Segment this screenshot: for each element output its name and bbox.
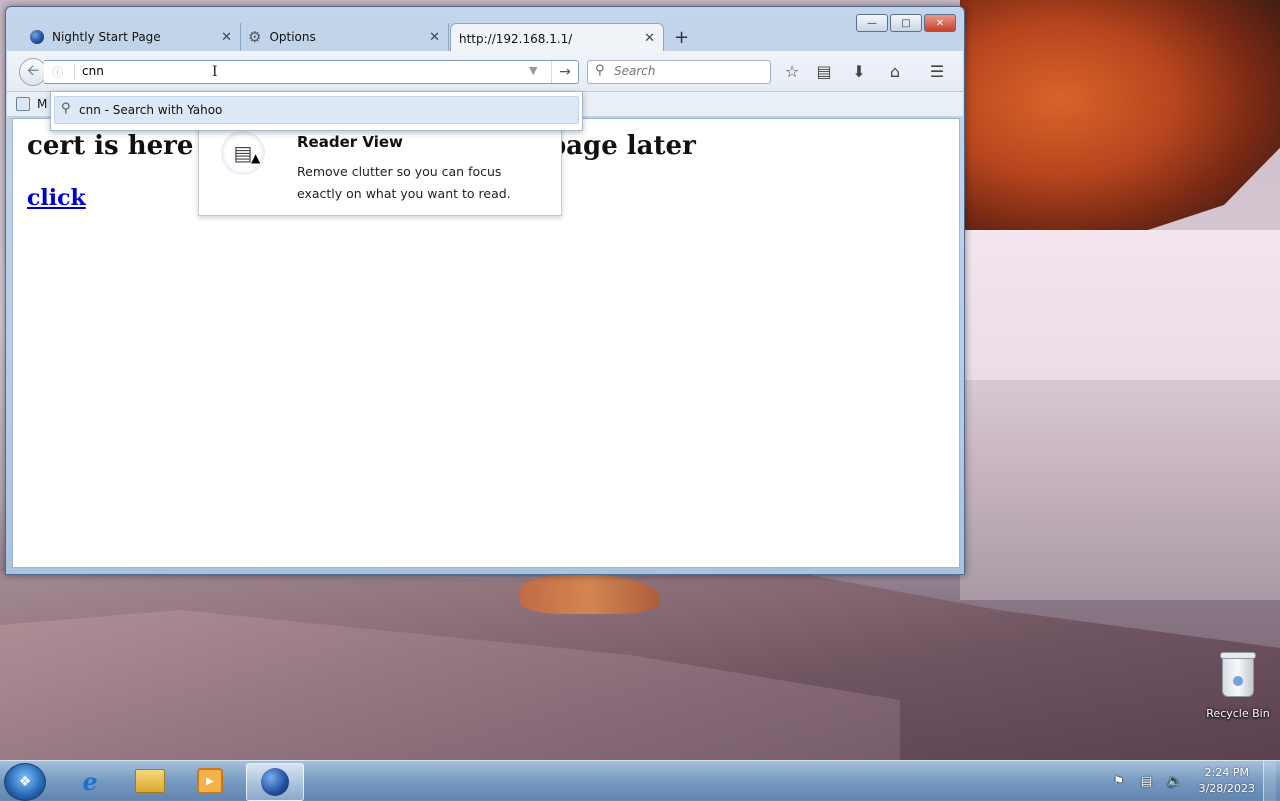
url-input[interactable]	[82, 62, 522, 80]
windows-logo-icon: ❖	[18, 774, 32, 790]
browser-window: — □ ✕ Nightly Start Page ✕ ⚙ Options ✕ h…	[5, 6, 965, 575]
volume-muted-icon[interactable]: 🔈	[1165, 772, 1185, 790]
wallpaper-valley	[960, 380, 1280, 600]
new-tab-button[interactable]: +	[674, 27, 689, 48]
menu-icon[interactable]: ☰	[926, 61, 948, 81]
tab-title: Nightly Start Page	[52, 30, 161, 44]
start-button[interactable]: ❖	[4, 763, 46, 801]
reader-view-popup: ▤ ▲ Reader View Remove clutter so you ca…	[198, 123, 562, 216]
tab-nightly-start-page[interactable]: Nightly Start Page ✕	[30, 23, 241, 51]
show-desktop-button[interactable]	[1263, 761, 1276, 801]
text-cursor-icon: I	[212, 64, 218, 80]
reader-view-description: Remove clutter so you can focus exactly …	[297, 164, 511, 201]
search-icon: ⚲	[595, 63, 605, 78]
system-tray: ⚑ ▤ 🔈 2:24 PM 3/28/2023	[1105, 761, 1276, 801]
reading-list-icon[interactable]: ▤	[813, 61, 835, 81]
clock-date: 3/28/2023	[1198, 782, 1255, 795]
taskbar: ❖ e ▶ ⚑ ▤ 🔈 2:24 PM 3/28/2023	[0, 760, 1280, 801]
bookmark-item[interactable]: M	[37, 97, 47, 111]
close-window-button[interactable]: ✕	[924, 14, 956, 32]
maximize-button[interactable]: □	[890, 14, 922, 32]
page-heading-start: cert is here i	[27, 131, 213, 161]
folder-icon	[135, 769, 165, 793]
recycle-bin-shortcut[interactable]: Recycle Bin	[1203, 652, 1273, 720]
home-icon[interactable]: ⌂	[884, 61, 906, 81]
globe-icon	[30, 30, 44, 44]
url-history-dropdown-icon[interactable]: ▼	[529, 64, 537, 77]
internet-explorer-icon: e	[82, 766, 98, 796]
taskbar-media-player[interactable]: ▶	[182, 763, 238, 799]
navigation-toolbar: 🡨 ⓘ I ▼ → ⚲ ☆ ▤ ⬇ ⌂ ☰	[7, 51, 963, 92]
close-tab-icon[interactable]: ✕	[429, 30, 440, 45]
network-icon[interactable]: ▤	[1137, 772, 1157, 790]
autocomplete-suggestion-text: cnn - Search with Yahoo	[79, 103, 223, 117]
action-center-flag-icon[interactable]: ⚑	[1109, 772, 1129, 790]
info-icon[interactable]: ⓘ	[52, 64, 63, 80]
taskbar-internet-explorer[interactable]: e	[62, 763, 118, 799]
click-link[interactable]: click	[27, 185, 86, 211]
search-input[interactable]	[612, 63, 766, 79]
tab-router-page[interactable]: http://192.168.1.1/ ✕	[450, 23, 664, 53]
page-heading-end: page later	[548, 131, 696, 161]
url-autocomplete-popup: ⚲ cnn - Search with Yahoo	[50, 91, 583, 131]
window-controls: — □ ✕	[856, 14, 956, 32]
reader-view-title: Reader View	[297, 133, 403, 151]
bookmark-favicon-icon	[16, 97, 30, 111]
recycle-bin-label: Recycle Bin	[1206, 707, 1270, 720]
media-player-icon: ▶	[197, 768, 223, 794]
bookmark-star-icon[interactable]: ☆	[781, 61, 803, 81]
autocomplete-suggestion[interactable]: ⚲ cnn - Search with Yahoo	[54, 96, 579, 124]
search-icon: ⚲	[61, 101, 71, 116]
globe-icon	[261, 768, 289, 796]
search-bar[interactable]: ⚲	[587, 60, 771, 84]
clock[interactable]: 2:24 PM 3/28/2023	[1199, 765, 1255, 797]
recycle-bin-icon	[1220, 652, 1256, 697]
taskbar-firefox-nightly[interactable]	[246, 763, 304, 801]
url-separator	[74, 64, 75, 80]
page-heading: cert is here i page later	[27, 131, 696, 161]
tab-title: http://192.168.1.1/	[459, 31, 573, 46]
tab-options[interactable]: ⚙ Options ✕	[248, 23, 449, 51]
back-button[interactable]: 🡨	[19, 58, 47, 86]
tab-strip: Nightly Start Page ✕ ⚙ Options ✕ http://…	[12, 23, 712, 53]
clock-time: 2:24 PM	[1204, 766, 1249, 779]
minimize-button[interactable]: —	[856, 14, 888, 32]
wallpaper-sky	[960, 230, 1280, 390]
wallpaper-arch	[960, 0, 1280, 250]
taskbar-file-explorer[interactable]	[122, 763, 178, 799]
gear-icon: ⚙	[248, 28, 262, 46]
go-button[interactable]: →	[551, 61, 578, 83]
mouse-pointer-icon: ▲	[251, 151, 261, 165]
close-tab-icon[interactable]: ✕	[644, 31, 655, 46]
close-tab-icon[interactable]: ✕	[221, 30, 232, 45]
tab-title: Options	[269, 30, 316, 44]
url-bar[interactable]: ⓘ I ▼ →	[44, 60, 579, 84]
download-icon[interactable]: ⬇	[848, 61, 870, 81]
